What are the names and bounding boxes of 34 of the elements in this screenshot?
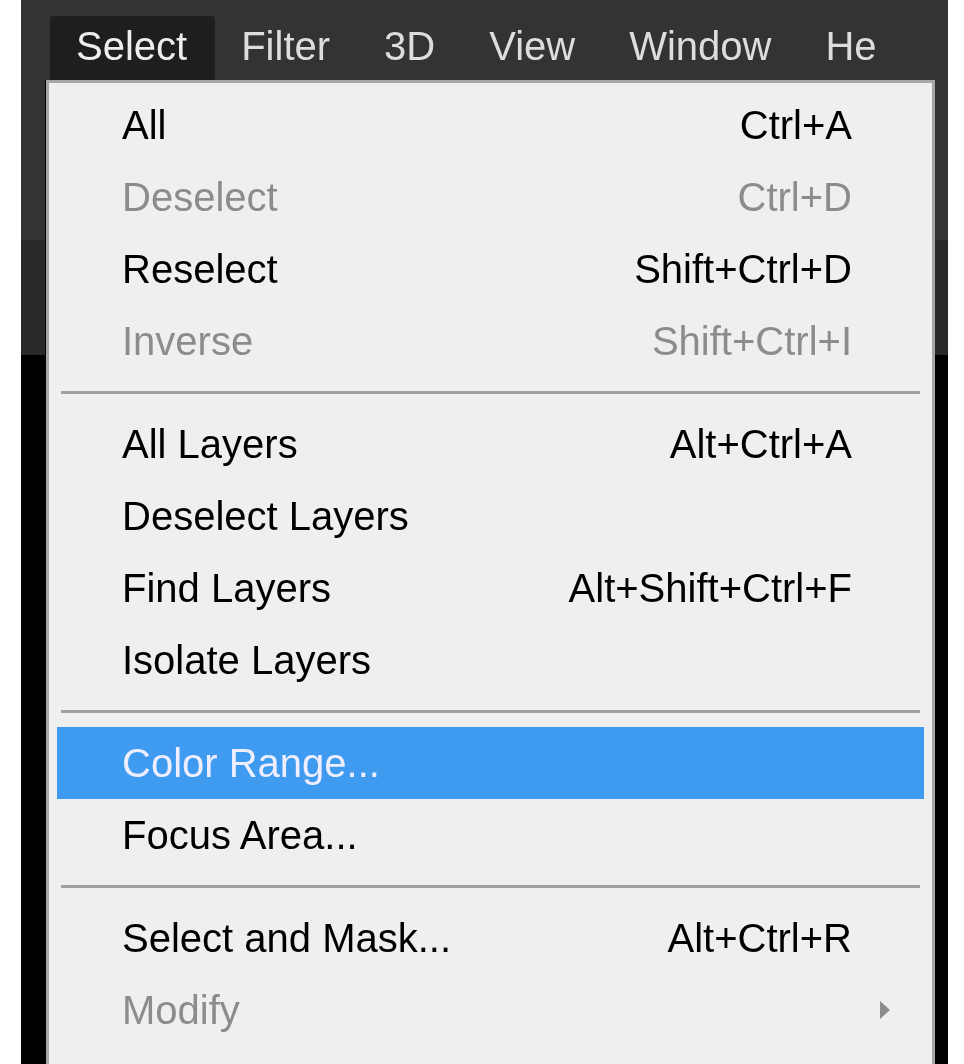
menu-item-label: Isolate Layers: [122, 637, 372, 684]
menu-bar-item[interactable]: Window: [603, 16, 800, 80]
menu-item-label: Select and Mask...: [122, 915, 452, 962]
menu-item-label: Modify: [122, 987, 240, 1034]
submenu-arrow-icon: [878, 999, 892, 1021]
menu-bar-item[interactable]: Select: [50, 16, 216, 80]
menu-item[interactable]: Find Layers Alt+Shift+Ctrl+F: [57, 552, 924, 624]
shortcut-label: Alt+Ctrl+A: [669, 421, 852, 468]
menu-item-label: All: [122, 102, 167, 149]
menu-item[interactable]: All Layers Alt+Ctrl+A: [57, 408, 924, 480]
shortcut-label: Ctrl+D: [737, 174, 852, 221]
menu-item[interactable]: Reselect Shift+Ctrl+D: [57, 233, 924, 305]
menu-item-label: Reselect: [122, 246, 278, 293]
shortcut-label: Shift+Ctrl+D: [634, 246, 852, 293]
menu-bar-item[interactable]: View: [463, 16, 604, 80]
menu-bar-item[interactable]: 3D: [358, 16, 464, 80]
menu-bar-item[interactable]: Filter: [215, 16, 359, 80]
menu-item-label: Focus Area...: [122, 812, 358, 859]
menu-item-label: All Layers: [122, 421, 298, 468]
menu-item[interactable]: Select and Mask... Alt+Ctrl+R: [57, 902, 924, 974]
shortcut-label: Alt+Shift+Ctrl+F: [568, 565, 852, 612]
menu-item-label: Inverse: [122, 318, 254, 365]
shortcut-label: Alt+Ctrl+R: [667, 915, 852, 962]
menu-item-label: Deselect: [122, 174, 278, 221]
menu-item[interactable]: Isolate Layers: [57, 624, 924, 696]
menu-bar-item[interactable]: He: [799, 16, 905, 80]
menu-item-label: Find Layers: [122, 565, 331, 612]
shortcut-label: Shift+Ctrl+I: [651, 318, 852, 365]
shortcut-label: Ctrl+A: [739, 102, 852, 149]
menu-item[interactable]: All Ctrl+A: [57, 89, 924, 161]
menu-item-label: Deselect Layers: [122, 493, 409, 540]
menu-item-label: Color Range...: [122, 740, 380, 787]
menu-item[interactable]: Focus Area...: [57, 799, 924, 871]
menu-item[interactable]: Deselect Layers: [57, 480, 924, 552]
